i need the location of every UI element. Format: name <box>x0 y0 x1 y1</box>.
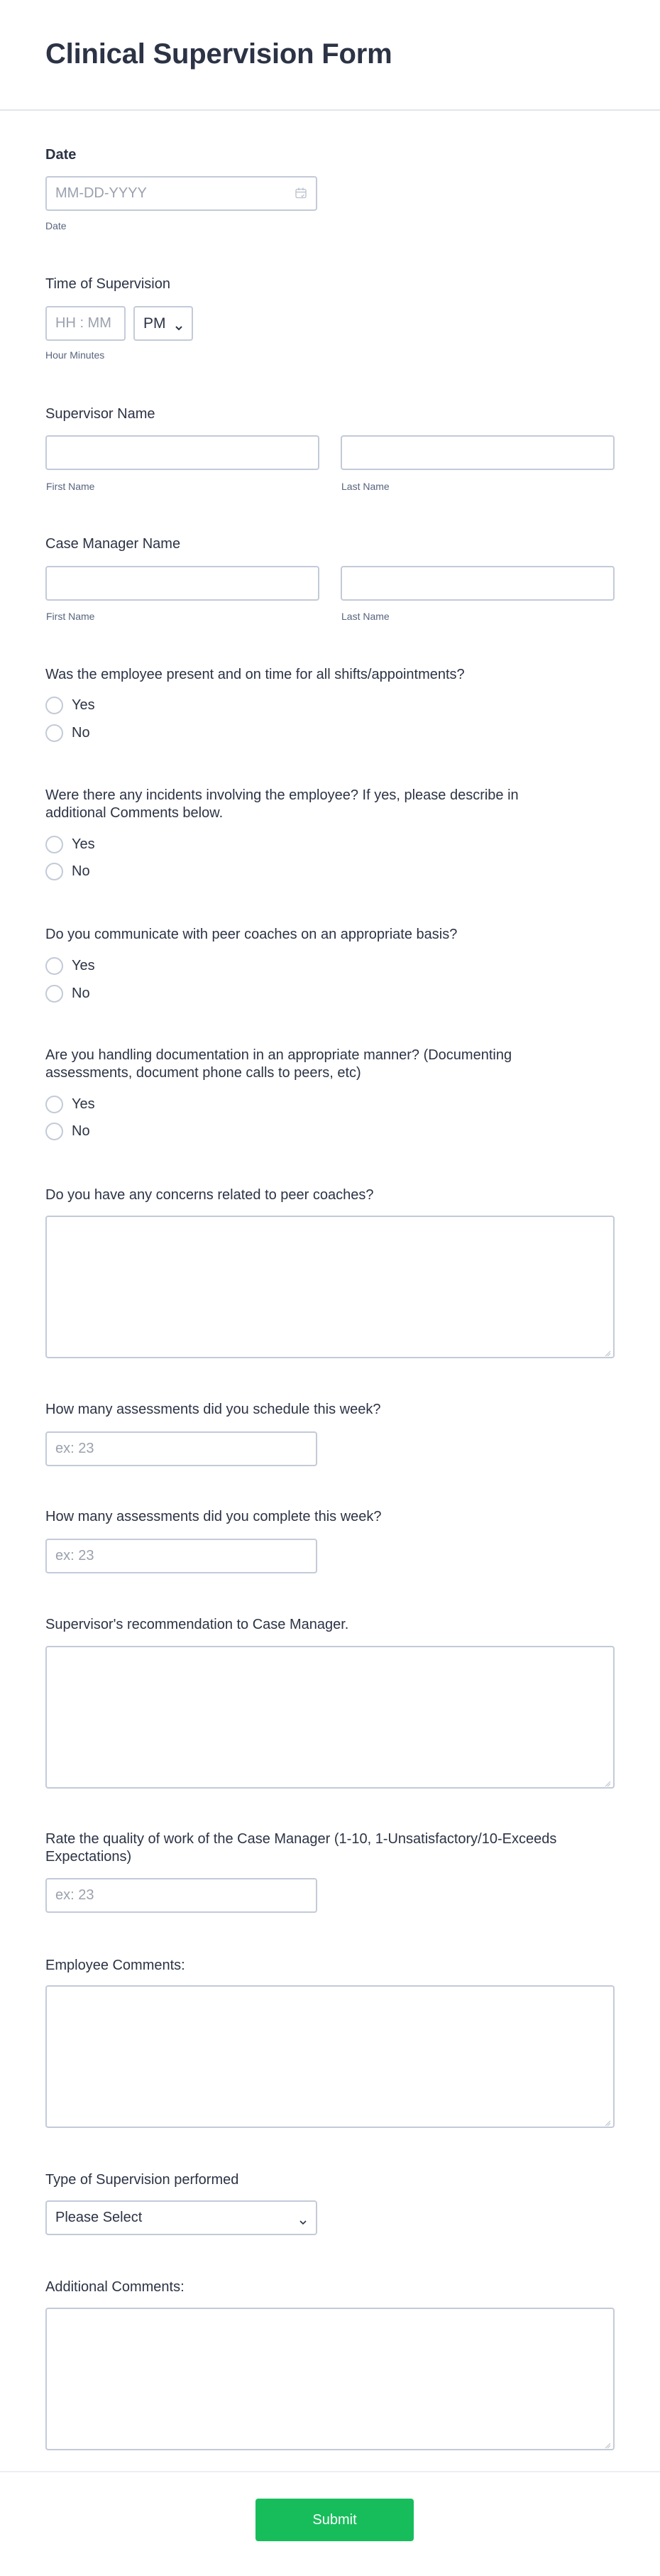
supervision-type-selected: Please Select <box>55 2210 143 2225</box>
radio-option-yes[interactable]: Yes <box>45 1094 95 1114</box>
ampm-value: PM <box>143 315 166 332</box>
radio-label: Yes <box>72 836 95 852</box>
rating-input[interactable]: ex: 23 <box>45 1878 317 1913</box>
resize-handle-icon[interactable] <box>604 1348 611 1357</box>
assessments-completed-input[interactable]: ex: 23 <box>45 1539 317 1573</box>
communicate-label: Do you communicate with peer coaches on … <box>45 927 458 942</box>
supervisor-name-label: Supervisor Name <box>45 406 155 422</box>
concerns-field: Do you have any concerns related to peer… <box>45 1185 615 1363</box>
radio-label: No <box>72 724 90 741</box>
radio-label: No <box>72 985 90 1001</box>
supervisor-first-name-sublabel: First Name <box>46 481 95 492</box>
rating-label: Rate the quality of work of the Case Man… <box>45 1831 557 1865</box>
radio-button[interactable] <box>45 862 63 880</box>
assessments-completed-field: How many assessments did you complete th… <box>45 1507 615 1578</box>
recommendation-label: Supervisor's recommendation to Case Mana… <box>45 1617 349 1632</box>
assessments-scheduled-input[interactable]: ex: 23 <box>45 1431 317 1466</box>
case-manager-name-field: Case Manager Name First Name Last Name <box>45 534 615 626</box>
recommendation-field: Supervisor's recommendation to Case Mana… <box>45 1615 615 1792</box>
date-input[interactable]: MM-DD-YYYY <box>45 176 317 211</box>
form-header: Clinical Supervision Form <box>0 0 660 111</box>
ampm-select[interactable]: PM <box>133 306 193 341</box>
resize-handle-icon[interactable] <box>604 1778 611 1787</box>
time-hhmm-input[interactable]: HH : MM <box>45 306 126 341</box>
radio-option-no[interactable]: No <box>45 723 90 743</box>
radio-option-no[interactable]: No <box>45 1121 90 1141</box>
documentation-label: Are you handling documentation in an app… <box>45 1047 512 1081</box>
rating-placeholder: ex: 23 <box>55 1887 94 1903</box>
incidents-field: Were there any incidents involving the e… <box>45 787 556 883</box>
date-field: Date MM-DD-YYYY Date <box>45 145 615 237</box>
date-sublabel: Date <box>45 220 67 231</box>
employee-comments-textarea[interactable] <box>45 1985 615 2128</box>
radio-button[interactable] <box>45 956 63 975</box>
employee-comments-label: Employee Comments: <box>45 1958 185 1973</box>
case-manager-last-name-sublabel: Last Name <box>341 611 390 622</box>
radio-label: Yes <box>72 697 95 713</box>
form-title: Clinical Supervision Form <box>45 38 392 70</box>
supervision-type-label: Type of Supervision performed <box>45 2172 239 2188</box>
radio-button[interactable] <box>45 696 63 714</box>
time-sublabel: Hour Minutes <box>45 349 105 361</box>
date-label: Date <box>45 147 77 163</box>
radio-label: No <box>72 863 90 879</box>
time-placeholder: HH : MM <box>55 315 111 331</box>
supervisor-first-name-input[interactable] <box>45 435 319 470</box>
calendar-icon[interactable] <box>295 187 307 200</box>
supervisor-last-name-input[interactable] <box>341 435 615 470</box>
chevron-down-icon <box>299 2214 307 2230</box>
assessments-scheduled-placeholder: ex: 23 <box>55 1441 94 1456</box>
time-label: Time of Supervision <box>45 276 170 292</box>
radio-option-yes[interactable]: Yes <box>45 695 95 715</box>
chevron-down-icon <box>175 320 183 336</box>
radio-button[interactable] <box>45 724 63 742</box>
case-manager-first-name-input[interactable] <box>45 566 319 601</box>
footer-divider <box>0 2471 660 2472</box>
case-manager-last-name-input[interactable] <box>341 566 615 601</box>
resize-handle-icon[interactable] <box>604 2117 611 2127</box>
concerns-label: Do you have any concerns related to peer… <box>45 1187 374 1203</box>
present-on-time-field: Was the employee present and on time for… <box>45 665 615 743</box>
radio-label: No <box>72 1123 90 1139</box>
assessments-scheduled-label: How many assessments did you schedule th… <box>45 1402 381 1417</box>
submit-button[interactable]: Submit <box>255 2499 414 2541</box>
rating-field: Rate the quality of work of the Case Man… <box>45 1830 585 1919</box>
radio-option-no[interactable]: No <box>45 861 90 881</box>
radio-button[interactable] <box>45 1122 63 1140</box>
additional-comments-field: Additional Comments: <box>45 2277 615 2455</box>
radio-button[interactable] <box>45 1095 63 1113</box>
concerns-textarea[interactable] <box>45 1216 615 1358</box>
additional-comments-label: Additional Comments: <box>45 2279 185 2295</box>
radio-option-no[interactable]: No <box>45 983 90 1003</box>
resize-handle-icon[interactable] <box>604 2440 611 2449</box>
assessments-scheduled-field: How many assessments did you schedule th… <box>45 1399 615 1470</box>
supervision-type-field: Type of Supervision performed Please Sel… <box>45 2170 615 2241</box>
assessments-completed-placeholder: ex: 23 <box>55 1548 94 1563</box>
documentation-field: Are you handling documentation in an app… <box>45 1047 556 1142</box>
radio-button[interactable] <box>45 835 63 853</box>
radio-label: Yes <box>72 957 95 973</box>
supervision-type-select[interactable]: Please Select <box>45 2200 317 2235</box>
radio-label: Yes <box>72 1096 95 1112</box>
date-placeholder: MM-DD-YYYY <box>55 185 147 201</box>
radio-option-yes[interactable]: Yes <box>45 956 95 976</box>
supervisor-last-name-sublabel: Last Name <box>341 481 390 492</box>
communicate-field: Do you communicate with peer coaches on … <box>45 924 615 1003</box>
case-manager-first-name-sublabel: First Name <box>46 611 95 622</box>
employee-comments-field: Employee Comments: <box>45 1955 615 2133</box>
case-manager-name-label: Case Manager Name <box>45 536 181 552</box>
radio-option-yes[interactable]: Yes <box>45 834 95 854</box>
supervisor-name-field: Supervisor Name First Name Last Name <box>45 404 615 496</box>
time-field: Time of Supervision HH : MM PM Hour Minu… <box>45 274 615 366</box>
additional-comments-textarea[interactable] <box>45 2308 615 2450</box>
recommendation-textarea[interactable] <box>45 1646 615 1789</box>
radio-button[interactable] <box>45 984 63 1003</box>
assessments-completed-label: How many assessments did you complete th… <box>45 1509 382 1524</box>
incidents-label: Were there any incidents involving the e… <box>45 787 519 821</box>
present-on-time-label: Was the employee present and on time for… <box>45 667 465 682</box>
